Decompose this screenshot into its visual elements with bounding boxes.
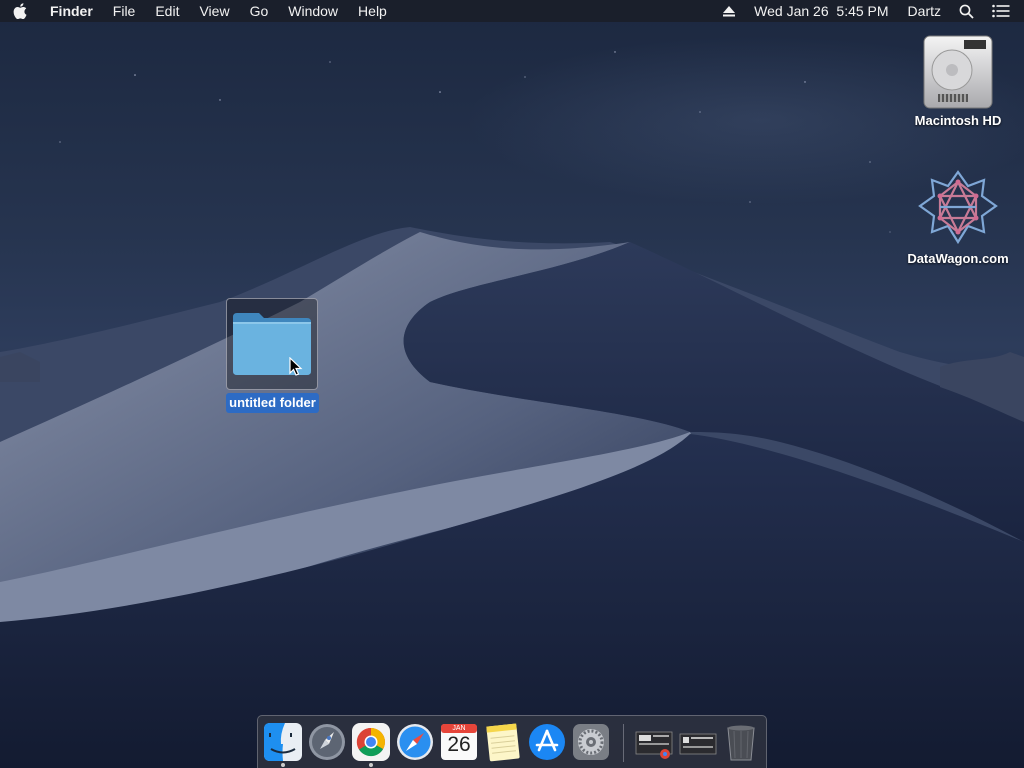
hard-drive-icon xyxy=(923,35,993,109)
menu-help[interactable]: Help xyxy=(348,0,397,22)
menu-edit[interactable]: Edit xyxy=(145,0,189,22)
network-volume-icon xyxy=(918,170,998,245)
menubar-clock[interactable]: Wed Jan 26 5:45 PM xyxy=(744,0,898,22)
calendar-day: 26 xyxy=(447,733,471,756)
dock-minimized-window-1[interactable] xyxy=(634,722,674,762)
menu-go[interactable]: Go xyxy=(240,0,279,22)
menu-window[interactable]: Window xyxy=(278,0,348,22)
minimized-window-icon xyxy=(679,733,717,755)
menubar-user[interactable]: Dartz xyxy=(899,0,950,22)
minimized-window-icon xyxy=(635,731,673,759)
menu-app-finder[interactable]: Finder xyxy=(40,0,103,22)
system-preferences-icon xyxy=(573,724,609,760)
launchpad-icon xyxy=(309,724,345,760)
notification-center-icon[interactable] xyxy=(983,0,1024,22)
chrome-icon xyxy=(352,723,390,761)
desktop-icon-label: DataWagon.com xyxy=(907,251,1009,266)
desktop-icon-macintosh-hd[interactable]: Macintosh HD xyxy=(898,30,1018,129)
running-indicator xyxy=(369,763,373,767)
dock-minimized-window-2[interactable] xyxy=(678,722,718,762)
dock-item-app-store[interactable] xyxy=(527,722,567,762)
desktop-icon-label-selected[interactable]: untitled folder xyxy=(226,393,319,413)
running-indicator xyxy=(281,763,285,767)
dock-item-notes[interactable] xyxy=(483,722,523,762)
app-store-icon xyxy=(529,724,565,760)
mouse-cursor-icon xyxy=(289,357,303,376)
stars-decoration xyxy=(59,51,891,233)
notes-icon xyxy=(486,723,520,762)
desktop-icon-label: Macintosh HD xyxy=(914,113,1002,128)
finder-icon xyxy=(264,723,302,761)
dock-item-finder[interactable] xyxy=(263,722,303,762)
dock-item-launchpad[interactable] xyxy=(307,722,347,762)
dock: JAN 26 xyxy=(257,715,767,768)
dock-item-trash[interactable] xyxy=(721,722,761,762)
menu-bar: Finder File Edit View Go Window Help Wed… xyxy=(0,0,1024,22)
dock-item-chrome[interactable] xyxy=(351,722,391,762)
safari-icon xyxy=(397,724,433,760)
trash-icon xyxy=(727,725,755,761)
apple-logo-icon[interactable] xyxy=(0,0,40,22)
dock-item-system-preferences[interactable] xyxy=(571,722,611,762)
dock-item-safari[interactable] xyxy=(395,722,435,762)
spotlight-search-icon[interactable] xyxy=(950,0,983,22)
calendar-month: JAN xyxy=(452,725,466,732)
dock-item-calendar[interactable]: JAN 26 xyxy=(439,722,479,762)
menu-view[interactable]: View xyxy=(189,0,239,22)
desktop-icon-datawagon[interactable]: DataWagon.com xyxy=(898,168,1018,267)
eject-icon[interactable] xyxy=(714,0,744,22)
menu-file[interactable]: File xyxy=(103,0,146,22)
desktop-icon-untitled-folder[interactable] xyxy=(226,298,318,390)
dock-separator xyxy=(623,724,624,762)
